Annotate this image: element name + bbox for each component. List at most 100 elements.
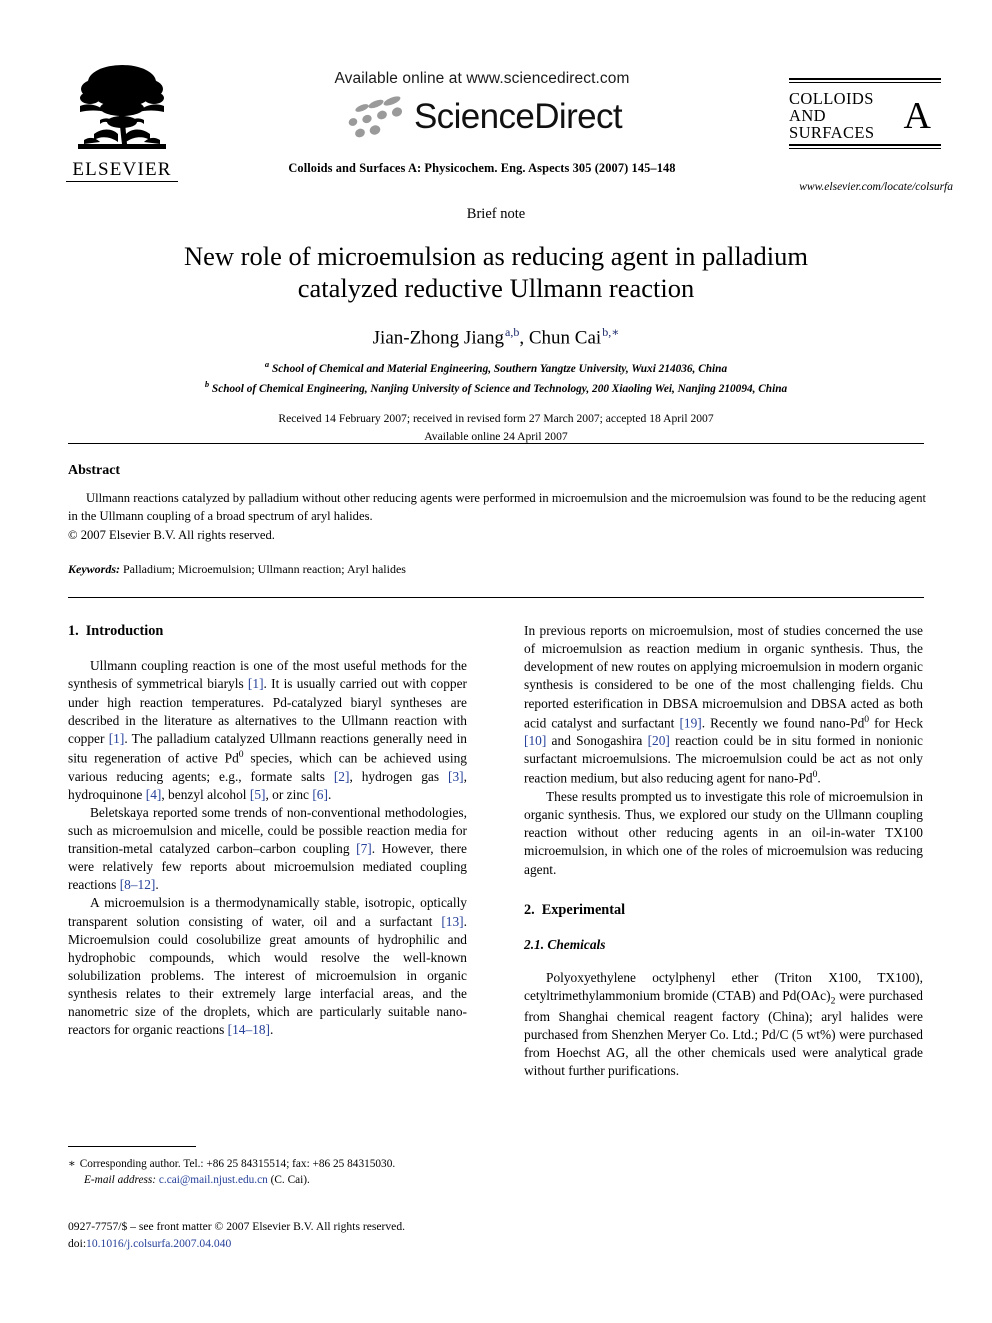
page-footer: 0927-7757/$ – see front matter © 2007 El…	[68, 1218, 488, 1253]
author-affiliation-marks: b,∗	[602, 324, 620, 339]
cover-title-line2: AND	[789, 106, 826, 126]
doi-label: doi:	[68, 1237, 87, 1251]
body-column-right: In previous reports on microemulsion, mo…	[524, 622, 923, 1080]
page-header: ELSEVIER Available online at www.science…	[0, 0, 992, 200]
journal-homepage-url[interactable]: www.elsevier.com/locate/colsurfa	[757, 181, 953, 193]
sciencedirect-swoosh-icon	[348, 96, 403, 138]
issn-copyright-line: 0927-7757/$ – see front matter © 2007 El…	[68, 1220, 406, 1233]
article-history: Received 14 February 2007; received in r…	[76, 410, 916, 446]
author-name: Jian-Zhong Jiang	[372, 326, 505, 348]
cover-title: COLLOIDS AND SURFACES	[789, 89, 875, 143]
citation-ref[interactable]: [2]	[334, 769, 350, 784]
affiliation-list: a School of Chemical and Material Engine…	[76, 358, 916, 397]
journal-cover-badge: COLLOIDS AND SURFACES A	[789, 78, 941, 150]
footnote-line-1: ∗ Corresponding author. Tel.: +86 25 8431…	[68, 1156, 468, 1172]
paragraph-chemicals: Polyoxyethylene octylphenyl ether (Trito…	[524, 969, 923, 1080]
keywords-label: Keywords:	[68, 561, 120, 576]
citation-ref[interactable]: [10]	[524, 733, 546, 748]
text-run: , or zinc	[265, 786, 313, 802]
email-owner: (C. Cai).	[270, 1174, 310, 1187]
email-label: E-mail address:	[84, 1174, 157, 1187]
text-run: , benzyl alcohol	[161, 786, 250, 802]
footnote-asterisk: ∗	[68, 1158, 76, 1170]
text-run: .	[270, 1022, 274, 1038]
affiliation-text: School of Chemical and Material Engineer…	[271, 362, 728, 375]
article-type-label: Brief note	[466, 206, 526, 222]
cover-series-letter: A	[903, 94, 931, 137]
sciencedirect-logo: ScienceDirect	[252, 95, 712, 139]
affiliation-item: a School of Chemical and Material Engine…	[76, 358, 916, 378]
affiliation-text: School of Chemical Engineering, Nanjing …	[211, 382, 788, 395]
doi-line: doi:10.1016/j.colsurfa.2007.04.040	[68, 1235, 488, 1252]
citation-ref[interactable]: [3]	[448, 769, 464, 784]
citation-ref[interactable]: [8–12]	[120, 877, 156, 892]
footnote-separator-rule	[68, 1146, 196, 1147]
title-block: Brief note New role of microemulsion as …	[76, 206, 916, 446]
abstract-heading: Abstract	[68, 463, 121, 478]
affiliation-item: b School of Chemical Engineering, Nanjin…	[76, 378, 916, 398]
section-title: Experimental	[541, 901, 626, 918]
cover-rule-bottom	[789, 144, 941, 150]
paragraph-intro-3: A microemulsion is a thermodynamically s…	[68, 894, 467, 1039]
email-link[interactable]: c.cai@mail.njust.edu.cn	[159, 1174, 268, 1186]
citation-ref[interactable]: [13]	[441, 914, 463, 929]
paragraph-intro-5: These results prompted us to investigate…	[524, 789, 923, 877]
elsevier-logo: ELSEVIER	[66, 62, 178, 182]
section-number: 2.	[524, 901, 535, 918]
abstract-rule-top	[68, 443, 924, 444]
available-online-text: Available online at www.sciencedirect.co…	[334, 70, 630, 87]
keywords-line: Keywords: Palladium; Microemulsion; Ullm…	[68, 562, 926, 577]
paper-page: ELSEVIER Available online at www.science…	[0, 0, 992, 1323]
paragraph-intro-2: Beletskaya reported some trends of non-c…	[68, 804, 467, 895]
body-column-left: 1. Introduction Ullmann coupling reaction…	[68, 622, 467, 1039]
section-title: Introduction	[85, 623, 164, 639]
paragraph-intro-3-continued: In previous reports on microemulsion, mo…	[524, 622, 923, 788]
cover-title-line1: COLLOIDS	[789, 89, 874, 108]
citation-ref[interactable]: [1]	[248, 676, 264, 691]
citation-ref[interactable]: [1]	[109, 731, 125, 746]
elsevier-underline	[66, 180, 178, 182]
citation-ref[interactable]: [5]	[250, 787, 266, 802]
abstract-body: Ullmann reactions catalyzed by palladium…	[68, 491, 926, 523]
abstract-rule-bottom	[68, 597, 924, 598]
abstract-copyright: © 2007 Elsevier B.V. All rights reserved…	[68, 527, 275, 542]
citation-ref[interactable]: [20]	[648, 733, 670, 748]
page-title: New role of microemulsion as reducing ag…	[116, 240, 876, 305]
citation-ref[interactable]: [14–18]	[228, 1022, 270, 1037]
footnote-line-2: E-mail address: c.cai@mail.njust.edu.cn …	[68, 1172, 468, 1188]
paragraph-intro-1: Ullmann coupling reaction is one of the …	[68, 657, 467, 803]
subsection-heading-chemicals: 2.1. Chemicals	[524, 937, 606, 953]
elsevier-tree-icon	[78, 65, 166, 149]
footnote-text: Corresponding author. Tel.: +86 25 84315…	[79, 1158, 396, 1170]
citation-ref[interactable]: [19]	[679, 715, 701, 730]
text-run: and Sonogashira	[546, 733, 648, 749]
elsevier-wordmark: ELSEVIER	[72, 159, 172, 180]
sciencedirect-block: Available online at www.sciencedirect.co…	[252, 70, 712, 139]
citation-ref[interactable]: [4]	[146, 787, 162, 802]
keywords-value: Palladium; Microemulsion; Ullmann reacti…	[123, 561, 406, 576]
sciencedirect-wordmark: ScienceDirect	[413, 97, 623, 136]
doi-value[interactable]: 10.1016/j.colsurfa.2007.04.040	[86, 1237, 231, 1250]
author-affiliation-marks: a,b	[505, 324, 520, 339]
section-number: 1.	[68, 623, 79, 639]
citation-ref[interactable]: [6]	[312, 787, 328, 802]
text-run: . Recently we found nano-Pd	[701, 715, 865, 731]
cover-rule-top	[789, 78, 941, 83]
section-heading-introduction: 1. Introduction	[68, 622, 467, 641]
affiliation-mark: b	[204, 378, 210, 389]
journal-citation-line: Colloids and Surfaces A: Physicochem. En…	[288, 161, 676, 175]
author-list: Jian-Zhong Jianga,b, Chun Caib,∗	[76, 325, 916, 349]
text-run: .	[817, 770, 821, 786]
corresponding-author-footnote: ∗ Corresponding author. Tel.: +86 25 8431…	[68, 1156, 468, 1189]
title-line-1: New role of microemulsion as reducing ag…	[183, 241, 809, 271]
section-heading-experimental: 2. Experimental	[524, 901, 923, 920]
abstract-block: Abstract Ullmann reactions catalyzed by …	[68, 463, 926, 577]
text-run: A microemulsion is a thermodynamically s…	[68, 895, 467, 929]
author-separator: ,	[519, 326, 529, 348]
text-run: .	[327, 786, 332, 802]
citation-ref[interactable]: [7]	[356, 841, 372, 856]
received-line: Received 14 February 2007; received in r…	[278, 412, 714, 426]
text-run: .	[155, 877, 159, 893]
text-run: for Heck	[869, 715, 924, 731]
cover-title-line3: SURFACES	[789, 123, 875, 143]
